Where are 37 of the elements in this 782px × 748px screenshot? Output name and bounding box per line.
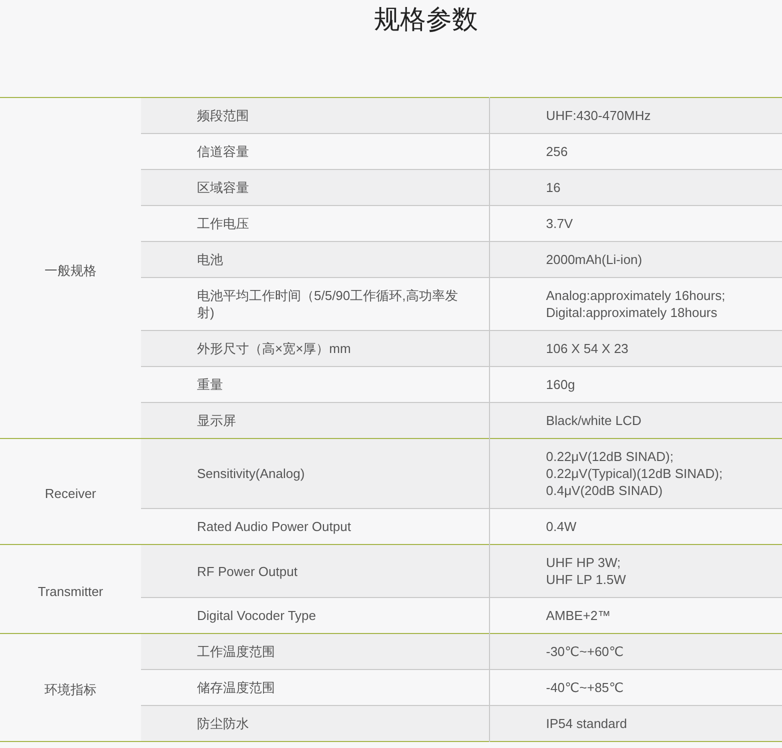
group-label: Transmitter [36,582,104,600]
spec-value-cell: IP54 standard [490,706,782,742]
group-label: 环境指标 [44,681,98,698]
spec-name-cell: 重量 [141,366,490,402]
spec-name-cell: 工作电压 [141,206,490,242]
spec-value-cell: 0.22μV(12dB SINAD); 0.22μV(Typical)(12dB SINAD); 0.4μV(20dB SINAD) [490,438,782,508]
spec-name-cell: 外形尺寸（高×宽×厚）mm [141,330,490,366]
spec-name-cell: Digital Vocoder Type [141,598,490,634]
spec-name-cell: 频段范围 [141,98,490,134]
spec-value-cell: Black/white LCD [490,402,782,438]
spec-value-cell: 160g [490,366,782,402]
spec-name-cell: 储存温度范围 [141,670,490,706]
spec-name-cell: 电池 [141,242,490,278]
spec-value-cell: 2000mAh(Li-ion) [490,242,782,278]
spec-name-cell: RF Power Output [141,544,490,598]
spec-name-cell: 防尘防水 [141,706,490,742]
spec-value-cell: -30℃~+60℃ [490,634,782,670]
page-title: 规格参数 [373,3,479,36]
spec-value-cell: UHF:430-470MHz [490,98,782,134]
spec-name-cell: 区域容量 [141,170,490,206]
group-label: 一般规格 [44,262,98,278]
spec-value-cell: UHF HP 3W; UHF LP 1.5W [490,544,782,598]
spec-value-cell: 3.7V [490,206,782,242]
spec-value-cell: 16 [490,170,782,206]
spec-name-cell: 工作温度范围 [141,634,490,670]
spec-name-cell: Sensitivity(Analog) [141,438,490,508]
spec-value-cell: 106 X 54 X 23 [490,330,782,366]
spec-name-cell: Rated Audio Power Output [141,508,490,544]
spec-value-cell: AMBE+2™ [490,598,782,634]
spec-value-cell: 0.4W [490,508,782,544]
spec-value-cell: -40℃~+85℃ [490,670,782,706]
spec-name-cell: 电池平均工作时间（5/5/90工作循环,高功率发射) [141,278,490,330]
spec-name-cell: 显示屏 [141,402,490,438]
spec-value-cell: Analog:approximately 16hours; Digital:approximately 18hours [490,278,782,330]
spec-name-cell: 信道容量 [141,134,490,170]
spec-value-cell: 256 [490,134,782,170]
group-label: Receiver [44,485,98,502]
